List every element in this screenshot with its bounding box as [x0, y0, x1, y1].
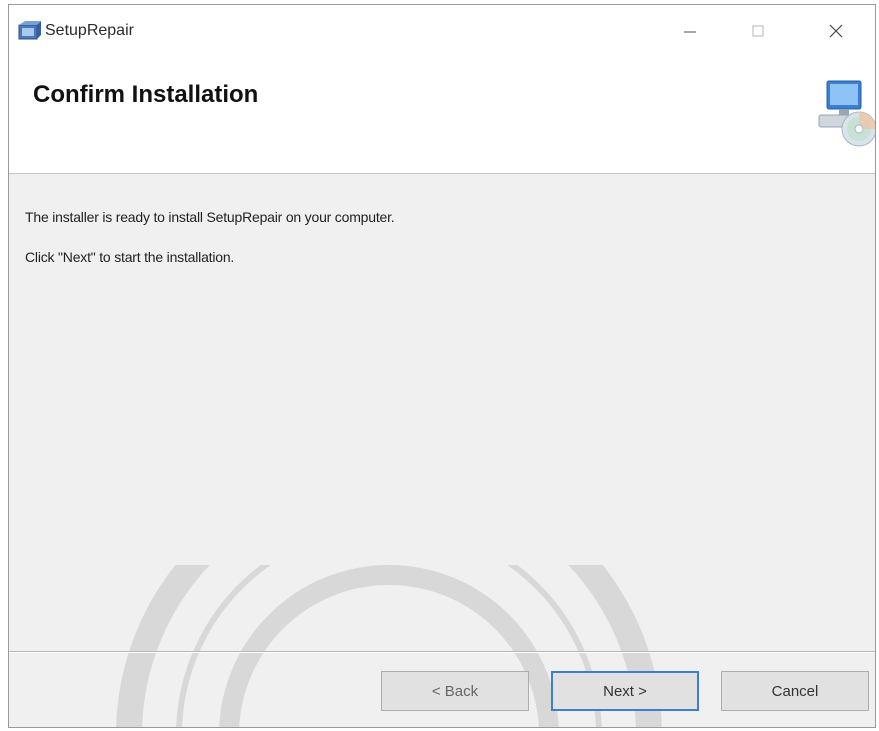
- maximize-icon: [752, 25, 764, 37]
- close-icon: [829, 24, 843, 38]
- back-button[interactable]: < Back: [381, 671, 529, 711]
- minimize-icon: [684, 31, 696, 33]
- minimize-button[interactable]: [661, 5, 719, 57]
- close-button[interactable]: [807, 5, 865, 57]
- computer-cd-icon: [818, 80, 875, 147]
- title-bar[interactable]: SetupRepair: [9, 5, 875, 57]
- maximize-button[interactable]: [729, 5, 787, 57]
- installer-icon: [18, 21, 41, 40]
- next-button[interactable]: Next >: [551, 671, 699, 711]
- footer-separator: [9, 651, 875, 653]
- ready-message: The installer is ready to install SetupR…: [25, 209, 395, 225]
- cancel-button[interactable]: Cancel: [721, 671, 869, 711]
- window-title: SetupRepair: [45, 22, 134, 39]
- installer-window: SetupRepair Confirm Installation The ins…: [8, 4, 876, 728]
- header-banner: Confirm Installation: [9, 57, 875, 174]
- instruction-message: Click "Next" to start the installation.: [25, 249, 235, 265]
- page-title: Confirm Installation: [33, 81, 259, 108]
